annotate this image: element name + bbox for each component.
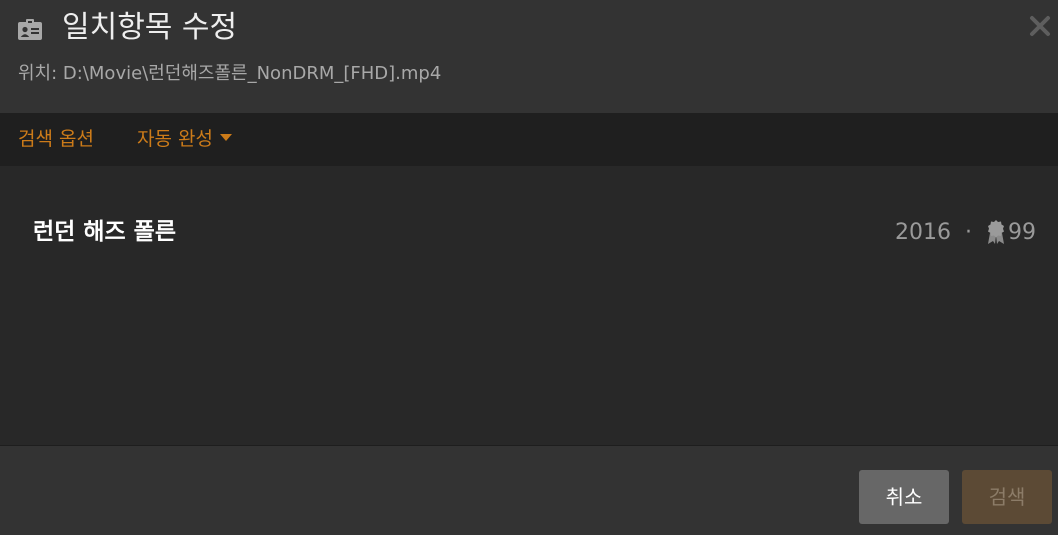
results-list: 런던 해즈 폴른 2016 · 99 — [0, 166, 1058, 445]
id-card-icon — [18, 19, 42, 40]
dialog-header: 일치항목 수정 위치: D:\Movie\런던해즈폴른_NonDRM_[FHD]… — [0, 0, 1058, 113]
award-icon — [988, 220, 1004, 244]
file-location: 위치: D:\Movie\런던해즈폴른_NonDRM_[FHD].mp4 — [18, 63, 442, 84]
cancel-button[interactable]: 취소 — [859, 470, 949, 524]
caret-down-icon — [219, 134, 232, 141]
fix-match-dialog: 일치항목 수정 위치: D:\Movie\런던해즈폴른_NonDRM_[FHD]… — [0, 0, 1058, 535]
tab-auto-complete[interactable]: 자동 완성 — [137, 125, 232, 153]
dialog-footer: 취소 검색 — [0, 445, 1058, 535]
meta-separator: · — [965, 220, 972, 245]
result-meta: 2016 · 99 — [895, 218, 1036, 248]
result-score: 99 — [1008, 220, 1036, 245]
result-item[interactable]: 런던 해즈 폴른 2016 · 99 — [0, 206, 1058, 260]
search-button[interactable]: 검색 — [962, 470, 1052, 524]
result-title: 런던 해즈 폴른 — [33, 219, 176, 245]
result-year: 2016 — [895, 220, 951, 245]
tab-search-options[interactable]: 검색 옵션 — [18, 125, 94, 153]
close-icon[interactable] — [1026, 12, 1054, 40]
tab-auto-complete-label: 자동 완성 — [137, 128, 213, 150]
dialog-title: 일치항목 수정 — [62, 10, 238, 45]
options-bar: 검색 옵션 자동 완성 — [0, 113, 1058, 166]
